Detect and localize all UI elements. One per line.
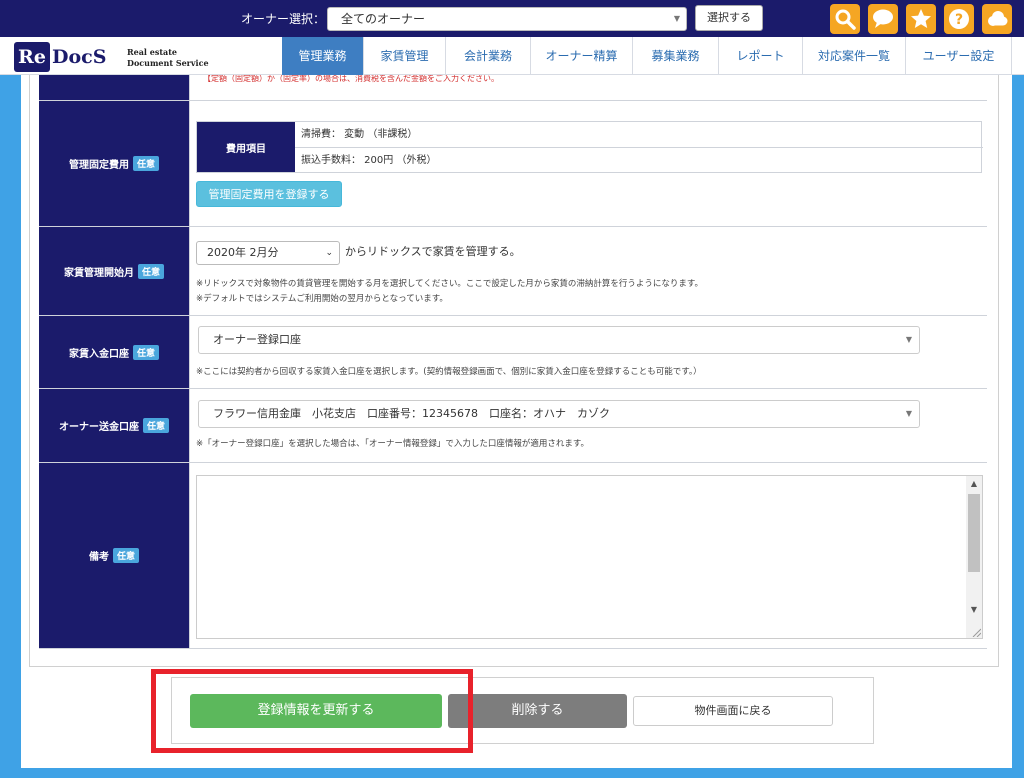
caret-down-icon: ▼ xyxy=(905,335,912,344)
nav-user-settings[interactable]: ユーザー設定 xyxy=(906,37,1012,75)
logo-mark: Re xyxy=(14,42,50,72)
nav-rent-management[interactable]: 家賃管理 xyxy=(364,37,446,75)
nav-report[interactable]: レポート xyxy=(719,37,803,75)
form-row-deposit-account: 家賃入金口座 任意 オーナー登録口座 ▼ ※ここには契約者から回収する家賃入金口… xyxy=(39,316,987,389)
scroll-thumb[interactable] xyxy=(968,494,980,572)
delete-button[interactable]: 削除する xyxy=(448,694,627,728)
optional-badge: 任意 xyxy=(137,263,164,279)
fee-item: 清掃費： 変動 （非課税） xyxy=(295,122,983,148)
svg-text:?: ? xyxy=(955,12,963,28)
caret-down-icon: ▼ xyxy=(673,14,680,23)
fee-table-header: 費用項目 xyxy=(197,122,295,172)
nav-management[interactable]: 管理業務 xyxy=(282,37,364,75)
deposit-account-select[interactable]: オーナー登録口座 ▼ xyxy=(198,326,920,354)
owner-select-value: 全てのオーナー xyxy=(341,12,426,26)
owner-account-value: フラワー信用金庫 小花支店 口座番号：12345678 口座名：オハナ カゾク … xyxy=(189,389,987,462)
logo-name: DocS xyxy=(52,46,107,68)
optional-badge: 任意 xyxy=(142,418,169,433)
deposit-account-label: 家賃入金口座 任意 xyxy=(39,316,189,388)
rent-start-note-2: ※デフォルトではシステムご利用開始の翌月からとなっています。 xyxy=(196,294,448,304)
help-icon[interactable]: ? xyxy=(944,4,974,34)
search-icon[interactable] xyxy=(830,4,860,34)
form-row-remarks: 備考 任意 ▲ ▼ xyxy=(39,463,987,649)
logo-subtitle-1: Real estate xyxy=(127,47,178,57)
scroll-down-icon[interactable]: ▼ xyxy=(966,602,982,618)
remarks-label-text: 備考 xyxy=(88,552,109,563)
remarks-value: ▲ ▼ xyxy=(189,463,987,648)
remarks-textarea[interactable]: ▲ ▼ xyxy=(196,475,983,639)
rent-start-suffix: からリドックスで家賃を管理する。 xyxy=(345,245,521,258)
nav-owner-settlement[interactable]: オーナー精算 xyxy=(531,37,633,75)
fixed-fee-label-text: 管理固定費用 xyxy=(68,160,129,171)
highlight-box xyxy=(151,669,473,753)
logo-subtitle-2: Document Service xyxy=(127,58,209,68)
fee-item: 振込手数料： 200円 （外税） xyxy=(301,155,437,166)
top-bar: オーナー選択： 全てのオーナー ▼ 選択する ? xyxy=(0,0,1024,37)
rent-start-month-select[interactable]: 2020年 2月分 ⌄ xyxy=(196,241,340,265)
deposit-account-select-value: オーナー登録口座 xyxy=(213,333,301,346)
deposit-account-label-text: 家賃入金口座 xyxy=(68,348,129,360)
deposit-account-value: オーナー登録口座 ▼ ※ここには契約者から回収する家賃入金口座を選択します。(契… xyxy=(189,316,987,388)
nav-case-list[interactable]: 対応案件一覧 xyxy=(803,37,906,75)
chat-icon[interactable] xyxy=(868,4,898,34)
owner-select-label: オーナー選択： xyxy=(241,12,326,26)
scroll-up-icon[interactable]: ▲ xyxy=(966,476,982,492)
caret-down-icon: ▼ xyxy=(905,409,912,418)
star-icon[interactable] xyxy=(906,4,936,34)
rent-start-month-value: 2020年 2月分 xyxy=(207,246,279,259)
optional-badge: 任意 xyxy=(132,344,159,360)
rent-start-label: 家賃管理開始月 任意 xyxy=(39,227,189,315)
form-row-fixed-fee: 管理固定費用 任意 費用項目 清掃費： 変動 （非課税） 振込手数料： 200円… xyxy=(39,101,987,227)
nav-accounting[interactable]: 会計業務 xyxy=(446,37,531,75)
rent-start-value: 2020年 2月分 ⌄ からリドックスで家賃を管理する。 ※リドックスで対象物件… xyxy=(189,227,987,315)
chevron-down-icon: ⌄ xyxy=(325,248,333,258)
deposit-account-note: ※ここには契約者から回収する家賃入金口座を選択します。(契約情報登録画面で、個別… xyxy=(196,367,702,377)
remarks-scrollbar[interactable]: ▲ ▼ xyxy=(966,476,982,638)
owner-select-button[interactable]: 選択する xyxy=(695,5,763,31)
main-nav: Re DocS Real estate Document Service 管理業… xyxy=(0,37,1024,75)
optional-badge: 任意 xyxy=(132,156,159,171)
owner-select[interactable]: 全てのオーナー ▼ xyxy=(327,7,687,31)
fixed-fee-value: 費用項目 清掃費： 変動 （非課税） 振込手数料： 200円 （外税） 管理固定… xyxy=(189,101,987,226)
fee-warning-note: 【定額（固定額）か（固定率）の場合は、消費税を含んだ金額をご入力ください。 xyxy=(203,75,499,83)
rent-start-note-1: ※リドックスで対象物件の賃貸管理を開始する月を選択してください。ここで設定した月… xyxy=(196,279,704,289)
cloud-icon[interactable] xyxy=(982,4,1012,34)
fixed-fee-label: 管理固定費用 任意 xyxy=(39,101,189,226)
resize-grip-icon[interactable] xyxy=(971,627,981,637)
nav-recruitment[interactable]: 募集業務 xyxy=(633,37,719,75)
back-to-property-button[interactable]: 物件画面に戻る xyxy=(633,696,833,726)
owner-account-note: ※「オーナー登録口座」を選択した場合は、「オーナー情報登録」で入力した口座情報が… xyxy=(196,439,590,449)
remarks-label: 備考 任意 xyxy=(39,463,189,648)
redocs-logo[interactable]: Re DocS Real estate Document Service xyxy=(14,41,214,73)
owner-account-label-text: オーナー送金口座 xyxy=(58,422,139,433)
rent-start-label-text: 家賃管理開始月 xyxy=(63,267,134,279)
owner-account-select-value: フラワー信用金庫 小花支店 口座番号：12345678 口座名：オハナ カゾク xyxy=(213,407,610,420)
form-label-partial xyxy=(39,75,189,100)
fixed-fee-table: 費用項目 清掃費： 変動 （非課税） 振込手数料： 200円 （外税） xyxy=(196,121,983,173)
form-row-rent-start: 家賃管理開始月 任意 2020年 2月分 ⌄ からリドックスで家賃を管理する。 … xyxy=(39,227,987,316)
owner-account-label: オーナー送金口座 任意 xyxy=(39,389,189,462)
register-fixed-fee-button[interactable]: 管理固定費用を登録する xyxy=(196,181,342,207)
form-row-owner-account: オーナー送金口座 任意 フラワー信用金庫 小花支店 口座番号：12345678 … xyxy=(39,389,987,463)
owner-account-select[interactable]: フラワー信用金庫 小花支店 口座番号：12345678 口座名：オハナ カゾク … xyxy=(198,400,920,428)
optional-badge: 任意 xyxy=(112,548,139,563)
